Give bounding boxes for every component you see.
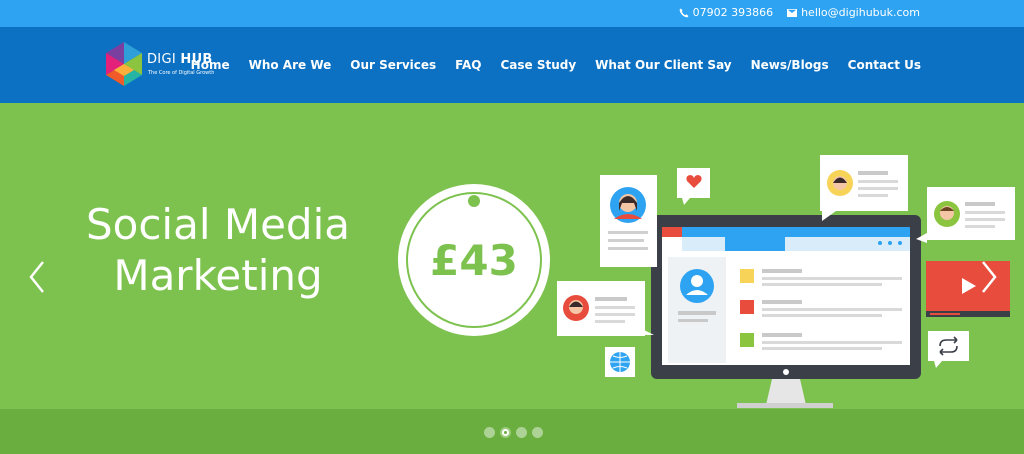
price-tag: £43 <box>398 184 550 336</box>
slider-footer <box>0 409 1024 454</box>
slider-dot-3[interactable] <box>516 427 527 438</box>
nav-faq[interactable]: FAQ <box>455 58 481 72</box>
nav-news-blogs[interactable]: News/Blogs <box>751 58 829 72</box>
price-tag-hole <box>468 195 480 207</box>
envelope-icon <box>787 8 798 17</box>
hero-title-line1: Social Media <box>85 200 351 249</box>
price-amount: £43 <box>430 236 518 285</box>
slider-pagination <box>484 427 543 438</box>
hero-title-line2: Marketing <box>113 251 323 300</box>
nav-our-services[interactable]: Our Services <box>350 58 436 72</box>
chevron-right-icon <box>982 261 997 293</box>
email-address: hello@digihubuk.com <box>801 6 920 19</box>
comment-card-man <box>916 187 1015 243</box>
phone-number: 07902 393866 <box>692 6 774 19</box>
slider-dot-4[interactable] <box>532 427 543 438</box>
phone-link[interactable]: 07902 393866 <box>679 6 773 19</box>
nav-contact-us[interactable]: Contact Us <box>848 58 921 72</box>
profile-card-woman <box>600 175 657 267</box>
email-link[interactable]: hello@digihubuk.com <box>787 6 920 19</box>
slider-dot-1[interactable] <box>484 427 495 438</box>
comment-card-woman-2 <box>557 281 654 336</box>
heart-bubble-icon <box>677 168 710 205</box>
main-nav: Home Who Are We Our Services FAQ Case St… <box>172 58 921 72</box>
top-bar: 07902 393866 hello@digihubuk.com <box>0 0 1024 27</box>
globe-bubble-icon <box>605 347 635 377</box>
slider-prev-button[interactable] <box>28 260 46 298</box>
social-media-illustration <box>557 155 1015 408</box>
comment-card-woman-3 <box>820 155 908 221</box>
hero-slider: Social Media Marketing £43 <box>0 103 1024 409</box>
phone-icon <box>679 8 689 17</box>
slider-dot-2-active[interactable] <box>500 427 511 438</box>
main-header: DIGI HUB The Core of Digital Growth Home… <box>0 27 1024 103</box>
chevron-left-icon <box>29 261 44 293</box>
nav-case-study[interactable]: Case Study <box>500 58 576 72</box>
nav-home[interactable]: Home <box>191 58 230 72</box>
hero-title: Social Media Marketing <box>70 199 366 301</box>
digihub-hexagon-icon <box>106 42 142 86</box>
nav-what-our-client-say[interactable]: What Our Client Say <box>595 58 731 72</box>
contact-info: 07902 393866 hello@digihubuk.com <box>679 6 920 19</box>
monitor-illustration <box>651 215 921 408</box>
repeat-bubble-icon <box>928 331 969 368</box>
nav-who-are-we[interactable]: Who Are We <box>249 58 332 72</box>
slider-next-button[interactable] <box>980 260 998 298</box>
